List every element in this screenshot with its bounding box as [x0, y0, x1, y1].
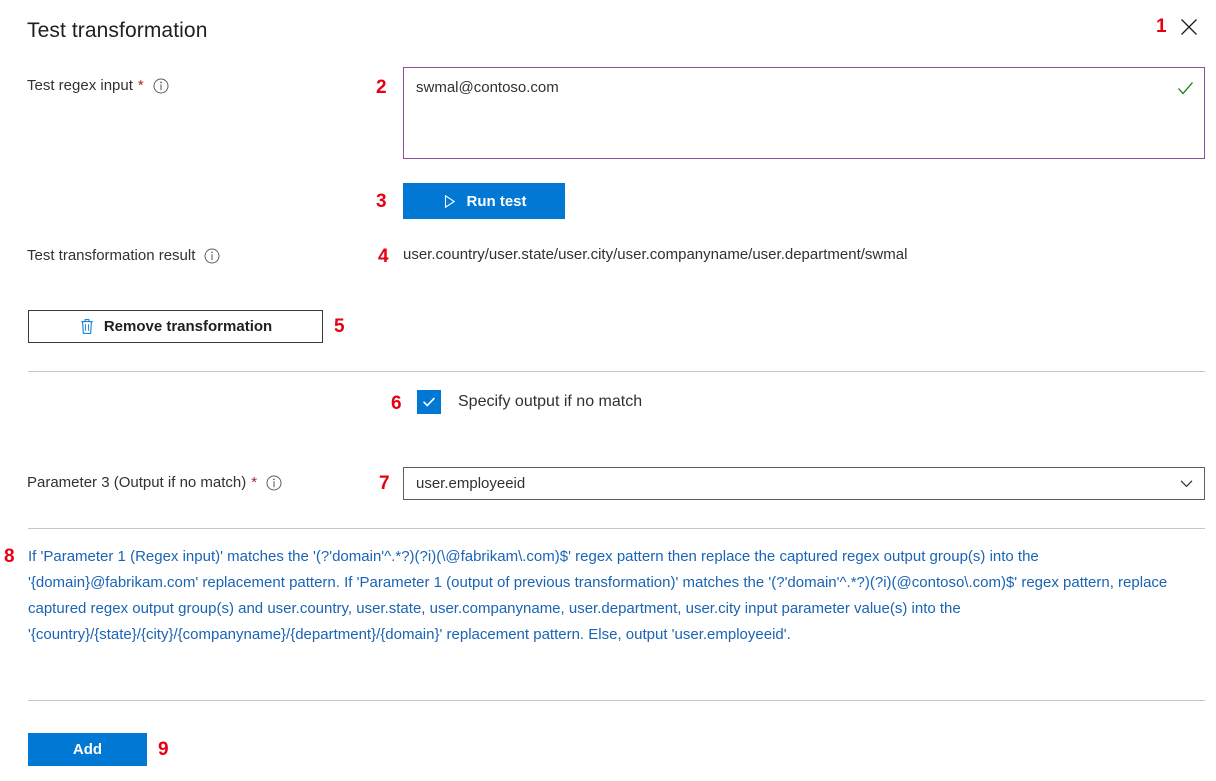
remove-transformation-label: Remove transformation: [104, 318, 272, 335]
marker-2: 2: [376, 78, 387, 97]
transformation-description: If 'Parameter 1 (Regex input)' matches t…: [28, 544, 1195, 648]
required-asterisk: *: [251, 474, 257, 491]
parameter-3-label-text: Parameter 3 (Output if no match): [27, 474, 246, 491]
marker-8: 8: [4, 547, 15, 566]
test-transformation-result-value: user.country/user.state/user.city/user.c…: [403, 246, 907, 263]
remove-transformation-button[interactable]: Remove transformation: [28, 310, 323, 343]
marker-5: 5: [334, 317, 345, 336]
info-icon[interactable]: [204, 248, 220, 264]
result-label-text: Test transformation result: [27, 247, 195, 264]
marker-7: 7: [379, 474, 390, 493]
divider: [28, 528, 1205, 529]
divider: [28, 371, 1205, 372]
specify-output-checkbox[interactable]: [417, 390, 441, 414]
regex-input-container[interactable]: [403, 67, 1205, 159]
regex-input-label: Test regex input *: [27, 77, 169, 94]
close-icon: [1180, 18, 1198, 36]
info-icon[interactable]: [266, 475, 282, 491]
parameter-3-value: user.employeeid: [416, 475, 525, 492]
page-title: Test transformation: [27, 19, 207, 43]
required-asterisk: *: [138, 77, 144, 94]
play-icon: [442, 194, 457, 209]
specify-output-label: Specify output if no match: [458, 393, 642, 411]
regex-input-label-text: Test regex input: [27, 77, 133, 94]
specify-output-checkbox-row[interactable]: Specify output if no match: [417, 390, 642, 414]
marker-1: 1: [1156, 17, 1167, 36]
run-test-label: Run test: [467, 193, 527, 210]
divider: [28, 700, 1205, 701]
trash-icon: [79, 318, 95, 335]
marker-4: 4: [378, 247, 389, 266]
parameter-3-label: Parameter 3 (Output if no match) *: [27, 474, 282, 491]
marker-3: 3: [376, 192, 387, 211]
run-test-button[interactable]: Run test: [403, 183, 565, 219]
search-input-regex[interactable]: [404, 68, 1204, 158]
marker-6: 6: [391, 394, 402, 413]
chevron-down-icon: [1178, 475, 1195, 492]
result-label: Test transformation result: [27, 247, 220, 264]
parameter-3-dropdown[interactable]: user.employeeid: [403, 467, 1205, 500]
close-button[interactable]: [1172, 10, 1206, 44]
marker-9: 9: [158, 740, 169, 759]
checkmark-icon: [421, 394, 437, 410]
info-icon[interactable]: [153, 78, 169, 94]
add-button[interactable]: Add: [28, 733, 147, 766]
